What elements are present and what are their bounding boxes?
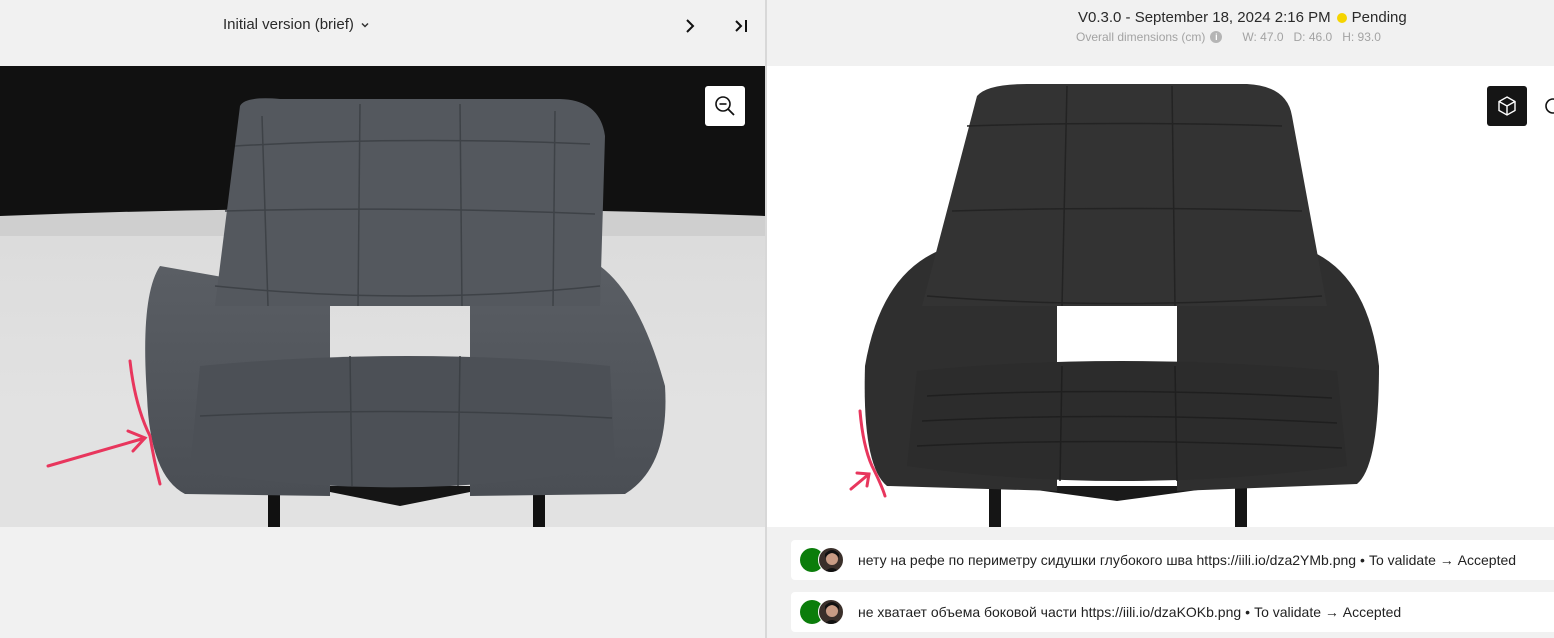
comment-item[interactable]: не хватает объема боковой части https://… bbox=[791, 592, 1554, 632]
comment-text: не хватает объема боковой части bbox=[858, 604, 1077, 620]
model-pane: V0.3.0 - September 18, 2024 2:16 PM Pend… bbox=[767, 0, 1554, 638]
arrow-right-icon: → bbox=[1439, 552, 1454, 568]
model-chair-render bbox=[849, 84, 1379, 527]
comment-status-to: Accepted bbox=[1342, 604, 1402, 620]
zoom-out-button[interactable] bbox=[705, 86, 745, 126]
comment-link[interactable]: https://iili.io/dzaKOKb.png bbox=[1081, 604, 1241, 620]
skip-to-end-icon[interactable] bbox=[731, 16, 751, 36]
status-label: Pending bbox=[1351, 9, 1407, 26]
info-icon[interactable]: i bbox=[1210, 31, 1223, 43]
comment-status-from: To validate bbox=[1368, 552, 1436, 568]
status-dot bbox=[1336, 12, 1347, 23]
avatar bbox=[818, 599, 844, 625]
chevron-right-icon[interactable] bbox=[680, 16, 700, 36]
zoom-out-icon bbox=[715, 96, 735, 116]
version-dropdown[interactable]: Initial version (brief) bbox=[223, 16, 370, 33]
reference-chair-photo bbox=[0, 66, 765, 527]
comment-item[interactable]: нету на рефе по периметру сидушки глубок… bbox=[791, 540, 1554, 580]
arrow-right-icon: → bbox=[1324, 604, 1339, 620]
comment-status-from: To validate bbox=[1254, 604, 1322, 620]
cube-icon bbox=[1498, 96, 1516, 116]
model-header: V0.3.0 - September 18, 2024 2:16 PM Pend… bbox=[767, 0, 1554, 66]
chevron-down-icon bbox=[361, 22, 369, 28]
comment-avatars bbox=[800, 599, 848, 625]
version-label: V0.3.0 - September 18, 2024 2:16 PM bbox=[1078, 9, 1331, 26]
comment-list: нету на рефе по периметру сидушки глубок… bbox=[791, 540, 1554, 638]
version-dropdown-label: Initial version (brief) bbox=[223, 16, 354, 33]
zoom-icon bbox=[1545, 98, 1554, 114]
dimensions-line: Overall dimensions (cm) i W: 47.0 D: 46.… bbox=[1076, 30, 1391, 44]
reference-image bbox=[0, 66, 765, 527]
comment-text: нету на рефе по периметру сидушки глубок… bbox=[858, 552, 1193, 568]
comment-avatars bbox=[800, 547, 848, 573]
dimension-height: H: 93.0 bbox=[1342, 30, 1381, 44]
avatar bbox=[818, 547, 844, 573]
comment-status-to: Accepted bbox=[1457, 552, 1517, 568]
version-status-line: V0.3.0 - September 18, 2024 2:16 PM Pend… bbox=[1078, 9, 1407, 26]
reference-header: Initial version (brief) bbox=[0, 0, 765, 66]
dimension-depth: D: 46.0 bbox=[1293, 30, 1333, 44]
model-render bbox=[767, 66, 1554, 527]
dimension-width: W: 47.0 bbox=[1242, 30, 1284, 44]
comparison-view: Initial version (brief) V0.3.0 - Septemb… bbox=[0, 0, 1554, 638]
3d-view-button[interactable] bbox=[1487, 86, 1527, 126]
reference-pane: Initial version (brief) bbox=[0, 0, 765, 638]
dimensions-label: Overall dimensions (cm) bbox=[1076, 30, 1206, 44]
zoom-button[interactable] bbox=[1542, 86, 1554, 126]
comment-link[interactable]: https://iili.io/dza2YMb.png bbox=[1197, 552, 1357, 568]
